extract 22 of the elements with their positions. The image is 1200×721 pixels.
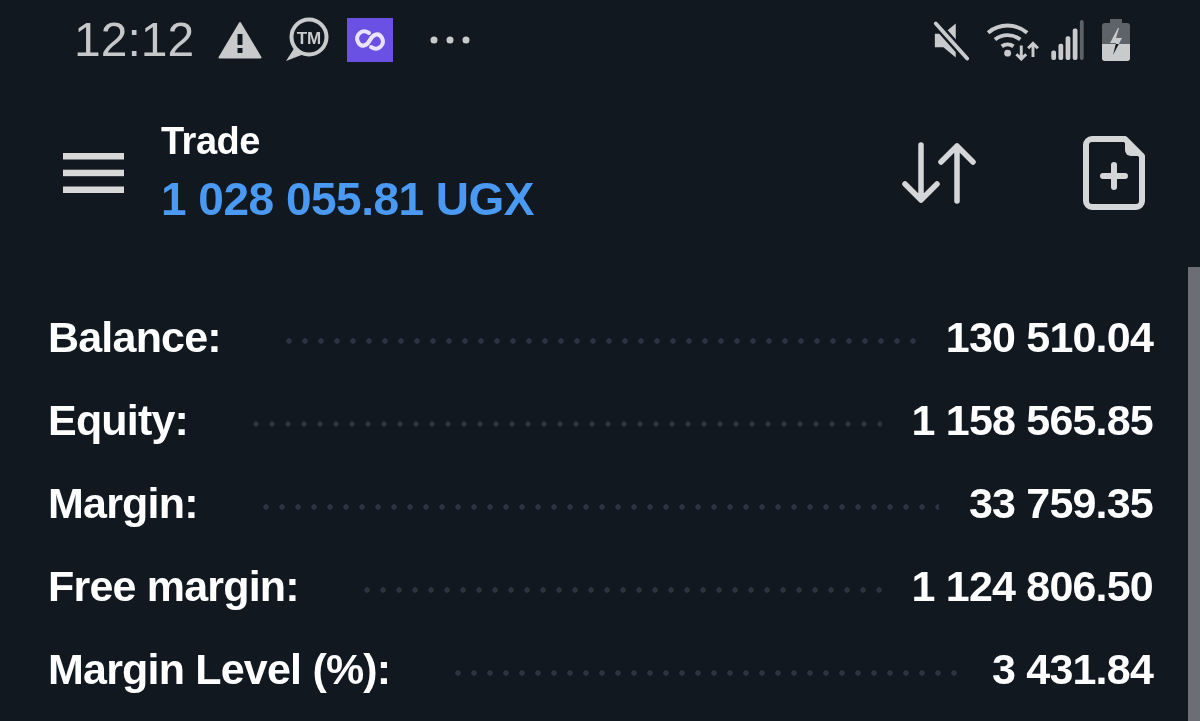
more-notifications-icon [430,36,471,44]
warning-icon [218,21,263,59]
summary-label: Balance: [48,313,221,362]
summary-label: Margin: [48,479,198,528]
menu-icon[interactable] [63,153,124,193]
summary-label: Margin Level (%): [48,645,391,694]
screen-title: Trade [161,119,260,163]
summary-value: 1 124 806.50 [911,562,1153,611]
summary-label: Equity: [48,396,189,445]
new-document-icon[interactable] [1083,136,1145,210]
summary-value: 130 510.04 [945,313,1153,362]
status-time: 12:12 [74,16,195,64]
muted-speaker-icon [932,19,970,61]
battery-charging-icon [1102,19,1130,61]
sort-arrows-icon[interactable] [901,142,977,204]
summary-label: Free margin: [48,562,299,611]
signal-icon [1050,20,1085,60]
summary-value: 33 759.35 [968,479,1153,528]
summary-value: 1 158 565.85 [911,396,1153,445]
summary-value: 3 431.84 [992,645,1153,694]
account-balance: 1 028 055.81 UGX [161,172,535,227]
loop-app-icon [347,18,394,62]
